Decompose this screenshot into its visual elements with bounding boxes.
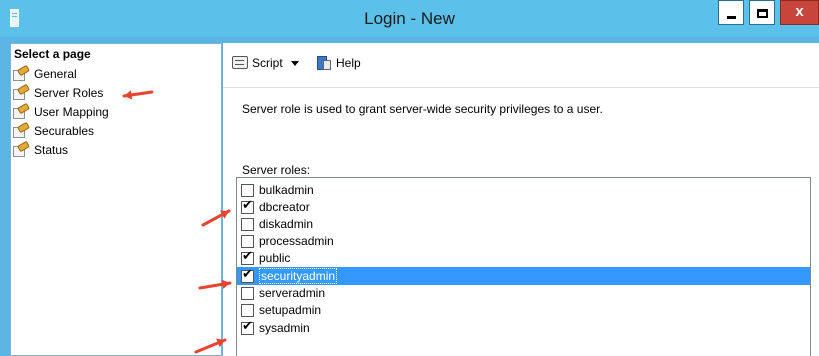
toolbar: Script Help [223,43,819,88]
minimize-icon [727,16,736,19]
server-role-row-bulkadmin[interactable]: bulkadmin [237,181,810,199]
server-role-label: processadmin [259,234,334,248]
help-icon [316,55,332,71]
page-item-securables[interactable]: Securables [13,121,218,140]
title-bar[interactable]: Login - New x [0,0,819,37]
checkmark-icon: ✔ [242,197,253,213]
checkmark-icon: ✔ [242,318,253,334]
script-button[interactable]: Script [231,55,299,71]
checkmark-icon: ✔ [242,248,253,264]
page-settings-icon [13,83,31,100]
server-role-label: bulkadmin [259,183,314,197]
server-role-row-setupadmin[interactable]: setupadmin [237,301,810,319]
server-roles-list[interactable]: bulkadmin ✔ dbcreator diskadmin processadmin… [236,177,811,356]
server-role-checkbox[interactable]: ✔ [241,197,254,214]
server-role-row-serveradmin[interactable]: serveradmin [237,284,810,302]
checkmark-icon: ✔ [242,266,253,282]
server-role-row-processadmin[interactable]: processadmin [237,232,810,250]
window-title: Login - New [364,9,455,28]
chevron-down-icon[interactable] [290,60,299,66]
page-settings-icon [13,64,31,81]
server-role-row-securityadmin[interactable]: ✔ securityadmin [237,267,810,285]
maximize-icon [757,9,768,18]
server-role-label: securityadmin [259,268,338,284]
page-item-general[interactable]: General [13,64,218,83]
server-role-checkbox[interactable] [241,286,254,300]
page-item-label: General [34,66,77,81]
maximize-button[interactable] [749,0,775,25]
server-role-checkbox[interactable] [241,234,254,248]
server-role-label: sysadmin [259,321,310,335]
description-text: Server role is used to grant server-wide… [242,102,603,116]
page-settings-icon [13,140,31,157]
select-page-header: Select a page [14,47,91,61]
server-role-label: serveradmin [259,286,326,300]
script-label: Script [252,56,283,70]
page-item-label: Status [34,142,69,157]
server-role-label: dbcreator [259,200,310,214]
server-role-row-dbcreator[interactable]: ✔ dbcreator [237,198,810,216]
script-icon [231,55,249,71]
page-list: General Server Roles User Mapping Secura… [13,64,218,159]
server-role-checkbox[interactable]: ✔ [241,318,254,335]
page-item-label: Server Roles [34,85,104,100]
server-role-row-diskadmin[interactable]: diskadmin [237,215,810,233]
page-item-user-mapping[interactable]: User Mapping [13,102,218,121]
help-label: Help [336,56,361,70]
close-icon: x [795,3,804,20]
content-pane: Script Help Server role is used to grant… [223,43,819,356]
server-role-label: setupadmin [259,303,322,317]
server-role-checkbox[interactable]: ✔ [241,248,254,265]
page-item-server-roles[interactable]: Server Roles [13,83,218,102]
close-button[interactable]: x [780,0,819,25]
server-role-label: public [259,251,291,265]
server-role-checkbox[interactable]: ✔ [241,266,254,283]
server-role-checkbox[interactable] [241,183,254,197]
server-role-checkbox[interactable] [241,303,254,317]
page-item-label: User Mapping [34,104,109,119]
page-item-label: Securables [34,123,95,138]
server-role-row-public[interactable]: ✔ public [237,249,810,267]
server-role-row-sysadmin[interactable]: ✔ sysadmin [237,319,810,337]
page-item-status[interactable]: Status [13,140,218,159]
server-role-label: diskadmin [259,217,314,231]
page-settings-icon [13,121,31,138]
page-settings-icon [13,102,31,119]
help-button[interactable]: Help [316,55,361,71]
server-role-checkbox[interactable] [241,217,254,231]
select-page-pane: Select a page General Server Roles User … [10,43,222,356]
minimize-button[interactable] [718,0,744,25]
login-new-window: Login - New x Select a page General Serv… [0,0,819,356]
server-roles-label: Server roles: [242,163,311,177]
